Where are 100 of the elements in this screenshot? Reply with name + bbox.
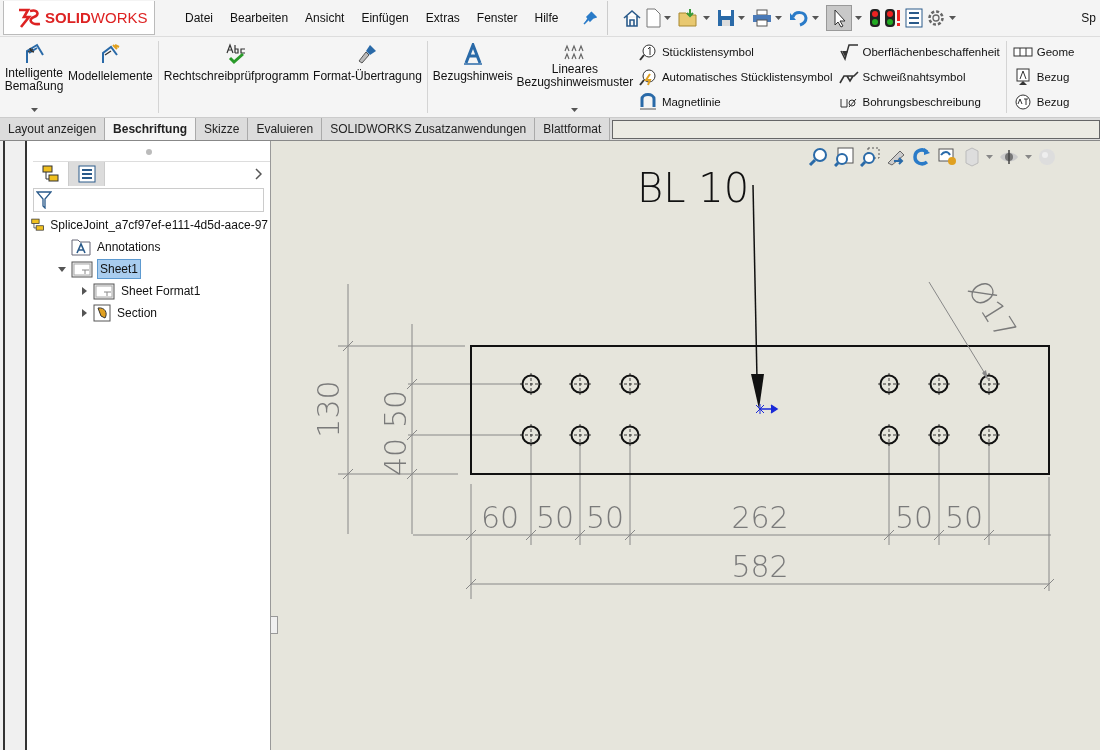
panel-resize-handle[interactable] [271, 616, 278, 634]
sheet-icon [71, 260, 93, 278]
dimension-text: 582 [731, 549, 789, 584]
hole-symbol [877, 372, 901, 396]
section-view-icon [93, 304, 111, 322]
ribbon-icon [637, 93, 658, 112]
open-folder-icon[interactable] [677, 8, 700, 28]
scroll-bar[interactable] [612, 120, 1100, 139]
menu-item[interactable]: Bearbeiten [230, 11, 289, 25]
ribbon-button[interactable]: Bezug [1010, 92, 1077, 113]
dimension-text: 130 [311, 380, 346, 438]
ribbon-button[interactable]: Bezug [1010, 67, 1077, 87]
caret-icon[interactable] [737, 16, 745, 20]
dimension-text: 50 [585, 500, 625, 535]
property-list-icon [77, 165, 96, 183]
caret-icon[interactable] [986, 155, 993, 159]
cursor-icon[interactable] [825, 5, 852, 31]
tree-item[interactable]: Section [115, 304, 160, 322]
caret-icon[interactable] [948, 16, 956, 20]
caret-icon [30, 108, 38, 112]
pin-icon[interactable] [582, 11, 597, 25]
menu-item[interactable]: Datei [185, 11, 213, 25]
model-items-icon [99, 43, 122, 65]
hole-symbol [977, 423, 1001, 447]
logo-text: SOLIDWORKS [45, 9, 148, 26]
menu-item[interactable]: Fenster [476, 11, 518, 25]
menu-item[interactable]: Ansicht [305, 11, 345, 25]
caret-icon[interactable] [1025, 155, 1032, 159]
zoom-area-icon[interactable] [860, 147, 880, 167]
expand-arrow-icon[interactable] [80, 309, 88, 317]
caret-icon [571, 108, 579, 112]
annotation-folder-icon [71, 238, 91, 256]
hole-symbol [568, 372, 592, 396]
traffic-light-icon[interactable] [868, 8, 881, 28]
filter-field[interactable] [33, 188, 264, 212]
dimension-text: 40 [378, 437, 413, 477]
eye-icon[interactable] [999, 147, 1019, 167]
expand-arrow-icon[interactable] [58, 265, 66, 273]
caret-icon[interactable] [854, 16, 862, 20]
list-icon[interactable] [904, 8, 923, 28]
feature-tree-icon [41, 165, 60, 183]
ribbon-button[interactable]: Format-Übertragung [311, 37, 424, 117]
paint-brush-icon [356, 43, 379, 65]
ribbon-icon [838, 68, 859, 86]
dimension-text: 50 [944, 500, 984, 535]
panel-tab[interactable] [69, 162, 105, 186]
menu-item[interactable]: Hilfe [534, 11, 559, 25]
letter-grid-icon [563, 43, 586, 61]
ribbon-button[interactable]: Magnetlinie [635, 92, 835, 113]
caret-icon[interactable] [663, 16, 671, 20]
menu-item[interactable]: Einfügen [361, 11, 409, 25]
hole-symbol [519, 372, 543, 396]
hole-symbol [618, 372, 642, 396]
sheet-icon [93, 282, 115, 300]
menu-item[interactable]: Extras [425, 11, 460, 25]
caret-icon[interactable] [702, 16, 710, 20]
origin-icon [755, 403, 779, 415]
hole-symbol [519, 423, 543, 447]
dimension-text: Ø17 [961, 274, 1024, 346]
save-icon[interactable] [716, 9, 735, 27]
letter-a-icon [461, 43, 484, 65]
dimension-text: 50 [535, 500, 575, 535]
tree-item[interactable]: Sheet Format1 [119, 282, 203, 300]
ribbon-button[interactable]: Lineares Bezugshinweismuster [514, 37, 635, 117]
hole-symbol [977, 372, 1001, 396]
caret-icon[interactable] [811, 16, 819, 20]
note-text: BL 10 [637, 165, 750, 211]
zoom-to-fit-icon[interactable] [834, 147, 854, 167]
ribbon-button[interactable]: Bezugshinweis [430, 37, 515, 117]
ribbon-button[interactable]: Oberflächenbeschaffenheit [836, 41, 1002, 62]
ribbon-button[interactable]: Geome [1010, 41, 1077, 62]
chevron-right-icon[interactable] [255, 168, 262, 180]
tree-item[interactable]: Sheet1 [97, 259, 142, 279]
undo-icon[interactable] [788, 9, 809, 27]
dimension-icon [23, 43, 45, 65]
print-icon[interactable] [751, 9, 772, 27]
caret-icon[interactable] [774, 16, 782, 20]
ribbon-tab[interactable]: Beschriftung [105, 118, 197, 140]
expand-arrow-icon[interactable] [80, 287, 88, 295]
traffic-light-warning-icon[interactable] [883, 8, 902, 28]
hole-symbol [927, 423, 951, 447]
dimension-text: 50 [894, 500, 934, 535]
ribbon-button[interactable]: Schweißnahtsymbol [836, 67, 1002, 87]
ribbon-button[interactable]: Bohrungsbeschreibung [836, 92, 1002, 113]
ribbon-button[interactable]: Rechtschreibprüfprogramm [161, 37, 312, 117]
zoom-icon[interactable] [808, 147, 828, 167]
ribbon-button[interactable]: Modellelemente [66, 37, 155, 117]
tree-item[interactable]: SpliceJoint_a7cf97ef-e111-4d5d-aace-97 [48, 216, 270, 234]
hole-symbol [568, 423, 592, 447]
tree-item[interactable]: Annotations [95, 238, 163, 256]
rotate-icon[interactable] [912, 147, 932, 167]
ribbon-button[interactable]: Stücklistensymbol [635, 41, 835, 62]
grip-icon[interactable] [145, 149, 152, 155]
drawing-tree-icon [31, 216, 45, 234]
ribbon-button[interactable]: Intelligente Bemaßung [2, 37, 66, 117]
view-settings-icon[interactable] [938, 147, 958, 167]
home-icon[interactable] [621, 8, 642, 28]
filter-icon [36, 191, 52, 209]
ribbon-button[interactable]: Automatisches Stücklistensymbol [635, 67, 835, 87]
settings-icon[interactable] [925, 8, 946, 28]
